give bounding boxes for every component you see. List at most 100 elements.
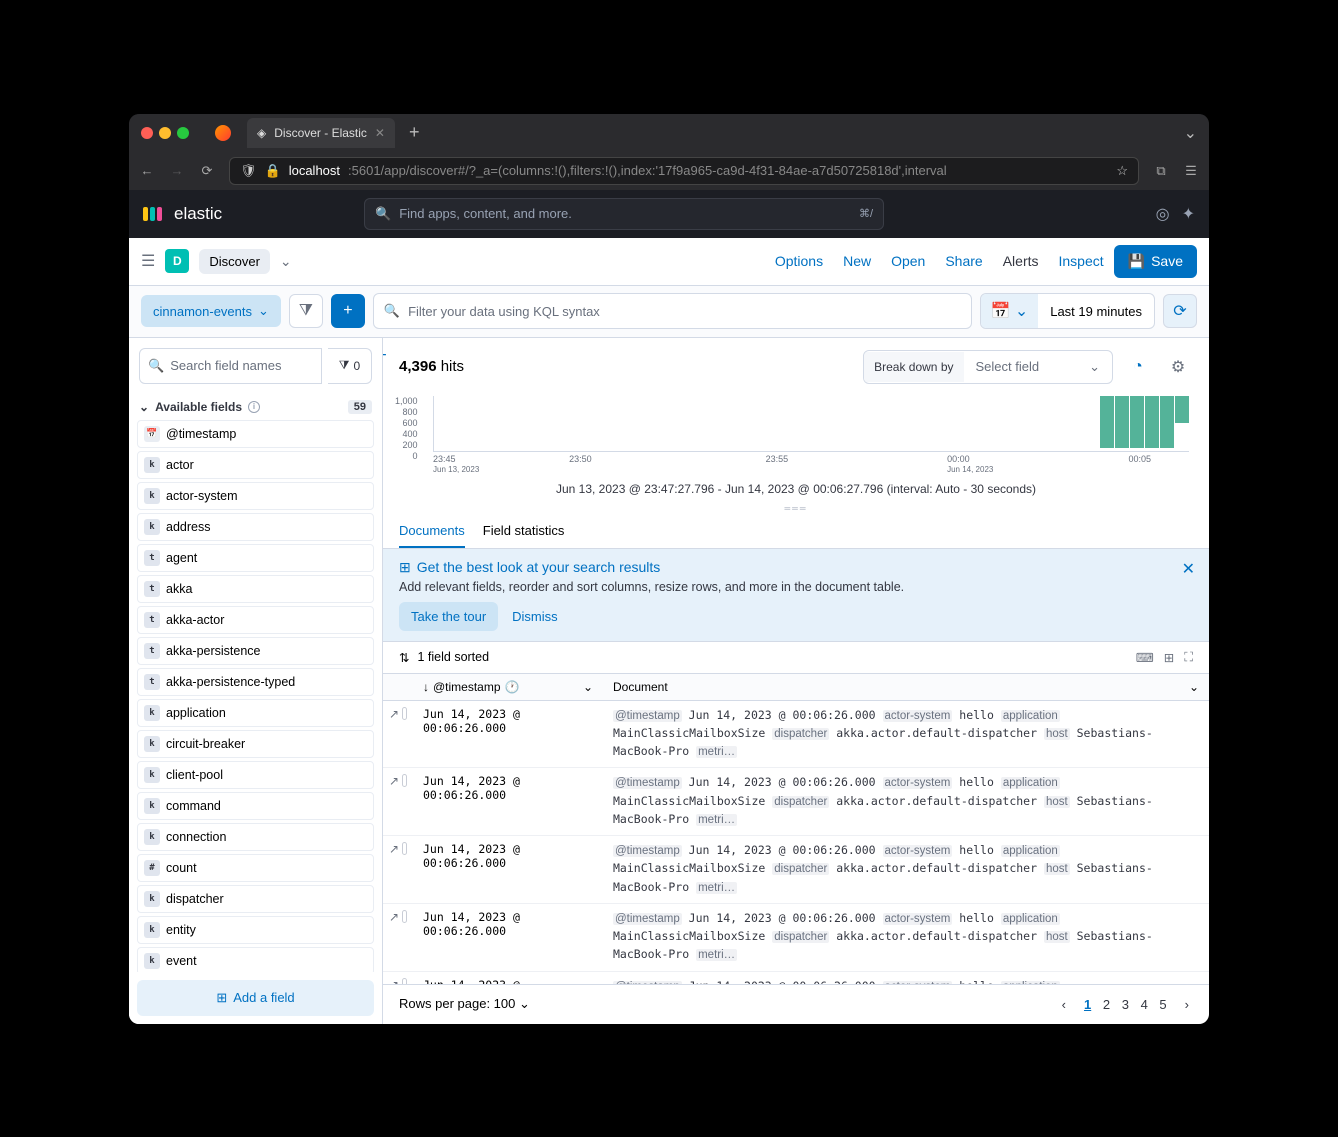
row-checkbox[interactable] [402, 910, 407, 923]
add-field-button[interactable]: ⊞ Add a field [137, 980, 374, 1016]
search-icon: 🔍 [384, 303, 400, 319]
window-minimize-icon[interactable] [159, 127, 171, 139]
share-link[interactable]: Share [945, 253, 982, 269]
row-checkbox[interactable] [402, 842, 407, 855]
kql-input[interactable]: 🔍 Filter your data using KQL syntax [373, 293, 972, 329]
reload-button[interactable]: ⟳ [199, 163, 215, 179]
field-item[interactable]: t akka-persistence-typed [137, 668, 374, 696]
field-item[interactable]: k actor [137, 451, 374, 479]
new-link[interactable]: New [843, 253, 871, 269]
field-item[interactable]: t akka-persistence [137, 637, 374, 665]
expand-icon[interactable]: ↗ [389, 842, 399, 856]
page-4[interactable]: 4 [1137, 995, 1152, 1014]
field-filter-button[interactable]: ⧩ 0 [328, 348, 372, 384]
expand-icon[interactable]: ↗ [389, 774, 399, 788]
field-item[interactable]: k client-pool [137, 761, 374, 789]
field-item[interactable]: t agent [137, 544, 374, 572]
row-checkbox[interactable] [402, 774, 407, 787]
add-filter-button[interactable]: + [331, 294, 365, 328]
display-icon[interactable]: ⊞ [1164, 650, 1174, 665]
tab-field-statistics[interactable]: Field statistics [483, 515, 565, 548]
result-tabs: Documents Field statistics [383, 515, 1209, 549]
expand-icon[interactable]: ↗ [389, 707, 399, 721]
window-close-icon[interactable] [141, 127, 153, 139]
newsfeed-icon[interactable]: ✦ [1182, 204, 1195, 224]
take-tour-button[interactable]: Take the tour [399, 602, 498, 631]
back-button[interactable]: ← [139, 163, 155, 178]
page-1[interactable]: 1 [1080, 995, 1095, 1014]
inspect-link[interactable]: Inspect [1059, 253, 1104, 269]
field-search-input[interactable]: 🔍 Search field names [139, 348, 322, 384]
field-item[interactable]: k command [137, 792, 374, 820]
field-item[interactable]: k entity [137, 916, 374, 944]
table-row[interactable]: ↗ Jun 14, 2023 @ 00:06:26.000 @timestamp… [383, 701, 1209, 769]
field-type-icon: t [144, 550, 160, 566]
field-item[interactable]: # count [137, 854, 374, 882]
page-3[interactable]: 3 [1118, 995, 1133, 1014]
edit-viz-icon[interactable]: ◔ [1123, 358, 1153, 376]
time-picker[interactable]: 📅 ⌄ Last 19 minutes [980, 293, 1155, 329]
field-item[interactable]: k dispatcher [137, 885, 374, 913]
url-input[interactable]: 🛡 🔒 localhost:5601/app/discover#/?_a=(co… [229, 157, 1139, 185]
global-search-input[interactable]: 🔍 Find apps, content, and more. ⌘/ [364, 198, 884, 230]
row-checkbox[interactable] [402, 707, 407, 720]
field-item[interactable]: t akka [137, 575, 374, 603]
rows-per-page[interactable]: Rows per page: 100 ⌄ [399, 996, 530, 1012]
query-bar: cinnamon-events ⌄ ⧩ + 🔍 Filter your data… [129, 286, 1209, 338]
field-name: count [166, 861, 197, 875]
bookmark-icon[interactable]: ☆ [1116, 163, 1128, 179]
alerts-link[interactable]: Alerts [1003, 253, 1039, 269]
calendar-button[interactable]: 📅 ⌄ [981, 294, 1038, 328]
new-tab-button[interactable]: + [409, 122, 420, 143]
filter-icon: ⧩ [339, 358, 350, 373]
field-item[interactable]: t akka-actor [137, 606, 374, 634]
column-document[interactable]: Document ⌄ [603, 674, 1209, 700]
dismiss-button[interactable]: Dismiss [512, 609, 558, 624]
breadcrumb-chevron-icon[interactable]: ⌄ [280, 253, 292, 270]
keyboard-icon[interactable]: ⌨ [1136, 650, 1154, 665]
forward-button[interactable]: → [169, 163, 185, 178]
tabs-overflow-icon[interactable]: ⌄ [1184, 123, 1197, 143]
close-icon[interactable]: ✕ [1182, 559, 1195, 579]
options-link[interactable]: Options [775, 253, 823, 269]
column-timestamp[interactable]: ↓ @timestamp 🕐 ⌄ [413, 674, 603, 700]
field-item[interactable]: k circuit-breaker [137, 730, 374, 758]
page-2[interactable]: 2 [1099, 995, 1114, 1014]
next-page-button[interactable]: › [1181, 995, 1193, 1014]
nav-toggle-button[interactable]: ☰ [141, 251, 155, 271]
page-5[interactable]: 5 [1155, 995, 1170, 1014]
collapse-sidebar-icon[interactable]: ⇤ [383, 346, 387, 363]
fullscreen-icon[interactable]: ⛶ [1184, 650, 1193, 665]
tab-documents[interactable]: Documents [399, 515, 465, 548]
extensions-icon[interactable]: ⧉ [1153, 163, 1169, 179]
space-avatar[interactable]: D [165, 249, 189, 273]
field-item[interactable]: k application [137, 699, 374, 727]
tab-close-icon[interactable]: ✕ [375, 126, 385, 140]
help-icon[interactable]: ◎ [1156, 204, 1170, 224]
field-item[interactable]: k actor-system [137, 482, 374, 510]
menu-icon[interactable]: ☰ [1183, 163, 1199, 179]
resize-handle-icon[interactable]: ═══ [383, 502, 1209, 515]
field-item[interactable]: k event [137, 947, 374, 972]
window-zoom-icon[interactable] [177, 127, 189, 139]
prev-page-button[interactable]: ‹ [1058, 995, 1070, 1014]
table-row[interactable]: ↗ Jun 14, 2023 @ 00:06:26.000 @timestamp… [383, 972, 1209, 984]
field-item[interactable]: 📅 @timestamp [137, 420, 374, 448]
plus-icon: + [343, 302, 352, 320]
dataview-picker[interactable]: cinnamon-events ⌄ [141, 295, 281, 327]
expand-icon[interactable]: ↗ [389, 910, 399, 924]
breadcrumb[interactable]: Discover [199, 249, 270, 274]
field-item[interactable]: k address [137, 513, 374, 541]
refresh-button[interactable]: ⟳ [1163, 294, 1197, 328]
table-row[interactable]: ↗ Jun 14, 2023 @ 00:06:26.000 @timestamp… [383, 768, 1209, 836]
chart-options-icon[interactable]: ⚙ [1163, 357, 1193, 377]
table-row[interactable]: ↗ Jun 14, 2023 @ 00:06:26.000 @timestamp… [383, 836, 1209, 904]
open-link[interactable]: Open [891, 253, 925, 269]
save-button[interactable]: 💾 Save [1114, 245, 1197, 278]
breakdown-select[interactable]: Select field ⌄ [964, 351, 1113, 383]
browser-tab[interactable]: ◈ Discover - Elastic ✕ [247, 118, 395, 148]
table-row[interactable]: ↗ Jun 14, 2023 @ 00:06:26.000 @timestamp… [383, 904, 1209, 972]
field-item[interactable]: k connection [137, 823, 374, 851]
available-fields-toggle[interactable]: ⌄ Available fields i 59 [129, 394, 382, 420]
filter-button[interactable]: ⧩ [289, 294, 323, 328]
